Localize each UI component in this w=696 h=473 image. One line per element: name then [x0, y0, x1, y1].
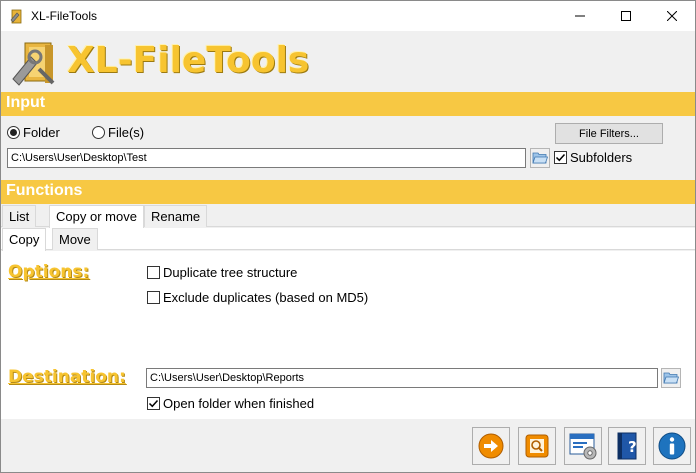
logo-text: XL-FileTools	[67, 40, 310, 81]
folder-open-icon	[663, 372, 679, 384]
radio-selected-dot	[10, 129, 17, 136]
minimize-button[interactable]	[557, 1, 603, 31]
browse-input-folder-button[interactable]	[530, 148, 550, 168]
maximize-icon	[621, 11, 631, 21]
app-window: XL-FileTools XL-FileTools Input Folder F…	[0, 0, 696, 473]
input-section-bar: Input	[1, 92, 695, 116]
open-folder-check-box	[147, 397, 160, 410]
check-icon	[148, 399, 159, 408]
folder-radio-indicator	[7, 126, 20, 139]
info-icon	[658, 432, 686, 460]
close-button[interactable]	[649, 1, 695, 31]
options-heading: Options:	[8, 262, 90, 282]
files-radio[interactable]: File(s)	[92, 125, 144, 140]
title-bar: XL-FileTools	[1, 1, 695, 31]
tab-copy[interactable]: Copy	[2, 228, 47, 251]
run-arrow-icon	[478, 433, 504, 459]
duplicate-tree-label: Duplicate tree structure	[163, 265, 298, 280]
open-folder-label: Open folder when finished	[163, 396, 315, 411]
copy-move-subtabs: Copy Move	[1, 228, 695, 251]
tab-list[interactable]: List	[2, 205, 37, 227]
preview-button[interactable]	[518, 427, 556, 465]
window-title: XL-FileTools	[31, 9, 98, 23]
preview-search-icon	[525, 434, 549, 458]
tab-copy-or-move[interactable]: Copy or move	[49, 205, 144, 228]
folder-radio-label: Folder	[23, 125, 60, 140]
exclude-duplicates-checkbox[interactable]: Exclude duplicates (based on MD5)	[147, 290, 368, 305]
copy-tab-panel: Options: Duplicate tree structure Exclud…	[1, 251, 695, 419]
duplicate-tree-checkbox[interactable]: Duplicate tree structure	[147, 265, 297, 280]
subfolders-check-box	[554, 151, 567, 164]
folder-radio[interactable]: Folder	[7, 125, 60, 140]
check-icon	[555, 153, 566, 162]
files-radio-label: File(s)	[108, 125, 145, 140]
app-icon	[10, 9, 22, 24]
subfolders-checkbox[interactable]: Subfolders	[554, 150, 632, 165]
minimize-icon	[575, 15, 585, 17]
function-tabs: List Copy or move Rename	[1, 205, 695, 228]
info-button[interactable]	[653, 427, 691, 465]
close-icon	[667, 11, 677, 21]
open-folder-checkbox[interactable]: Open folder when finished	[147, 396, 314, 411]
input-path-field[interactable]: C:\Users\User\Desktop\Test	[7, 148, 526, 168]
functions-section-bar: Functions	[1, 180, 695, 204]
tab-rename[interactable]: Rename	[144, 205, 208, 227]
run-button[interactable]	[472, 427, 510, 465]
browse-destination-folder-button[interactable]	[661, 368, 681, 388]
settings-window-icon	[569, 433, 597, 460]
file-filters-button[interactable]: File Filters...	[555, 123, 663, 144]
maximize-button[interactable]	[603, 1, 649, 31]
logo-header: XL-FileTools	[1, 31, 695, 93]
folder-open-icon	[532, 152, 548, 164]
destination-heading: Destination:	[8, 367, 126, 387]
destination-path-field[interactable]: C:\Users\User\Desktop\Reports	[146, 368, 658, 388]
help-book-icon: ?	[617, 432, 637, 460]
files-radio-indicator	[92, 126, 105, 139]
help-button[interactable]: ?	[608, 427, 646, 465]
tab-move[interactable]: Move	[52, 228, 98, 250]
settings-button[interactable]	[564, 427, 602, 465]
subfolders-label: Subfolders	[570, 150, 633, 165]
exclude-duplicates-check-box	[147, 291, 160, 304]
exclude-duplicates-label: Exclude duplicates (based on MD5)	[163, 290, 369, 305]
duplicate-tree-check-box	[147, 266, 160, 279]
logo-tools-icon	[12, 42, 55, 86]
svg-text:?: ?	[628, 438, 637, 456]
